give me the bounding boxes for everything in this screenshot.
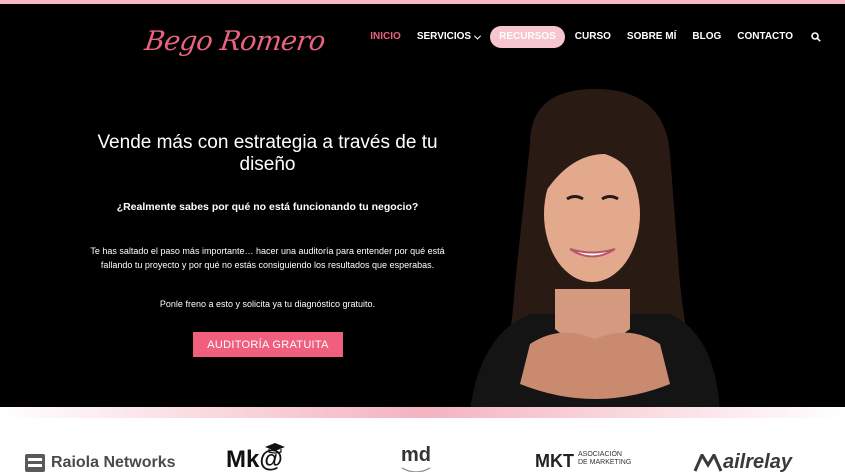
- portrait-photo: [470, 89, 720, 407]
- hero-question: ¿Realmente sabes por qué no está funcion…: [116, 201, 419, 213]
- mailrelay-text: ailrelay: [723, 451, 792, 472]
- mkt-line-2: DE MARKETING: [578, 459, 632, 466]
- mailrelay-m-icon: [693, 453, 723, 472]
- mka-logo: Mk@: [226, 443, 285, 472]
- nav-item-servicios-label: SERVICIOS: [416, 31, 472, 42]
- hero-section: Bego Romero INICIO SERVICIOS RECURSOS CU…: [0, 4, 845, 407]
- nav-item-recursos[interactable]: RECURSOS: [490, 26, 565, 48]
- md-swoosh: [401, 467, 431, 472]
- chevron-down-icon: [474, 32, 482, 40]
- section-divider: [0, 407, 845, 418]
- raiola-networks-logo: Raiola Networks: [24, 453, 175, 472]
- audit-cta-button[interactable]: AUDITORÍA GRATUITA: [193, 332, 343, 357]
- mkt-association-logo: MKT ASOCIACIÓN DE MARKETING: [535, 451, 631, 472]
- main-nav: INICIO SERVICIOS RECURSOS CURSO SOBRE MÍ…: [362, 26, 827, 48]
- hero-body-text-2: Ponle freno a esto y solicita ya tu diag…: [159, 299, 376, 309]
- nav-item-contacto[interactable]: CONTACTO: [729, 26, 801, 48]
- nav-item-curso[interactable]: CURSO: [567, 26, 619, 48]
- partner-logos: Raiola Networks Mk@ md MKT ASOCIACIÓN DE…: [0, 418, 845, 472]
- site-logo[interactable]: Bego Romero: [143, 26, 327, 57]
- raiola-text: Raiola Networks: [51, 454, 176, 471]
- nav-item-inicio[interactable]: INICIO: [362, 26, 409, 48]
- nav-item-servicios[interactable]: SERVICIOS: [409, 26, 488, 48]
- hero-headline: Vende más con estrategia a través de tu …: [97, 132, 438, 175]
- md-text: md: [401, 444, 431, 466]
- nav-item-blog[interactable]: BLOG: [684, 26, 729, 48]
- mkt-text: MKT: [535, 451, 574, 471]
- md-logo: md: [401, 444, 431, 472]
- mkt-line-1: ASOCIACIÓN: [578, 451, 622, 458]
- hero-body-text: Te has saltado el paso más importante… h…: [90, 246, 445, 270]
- raiola-box-icon: [25, 454, 45, 472]
- mailrelay-logo: ailrelay: [693, 451, 792, 472]
- nav-item-sobre-mi[interactable]: SOBRE MÍ: [619, 26, 684, 48]
- search-icon[interactable]: [805, 32, 827, 42]
- graduation-cap-icon: [265, 443, 285, 454]
